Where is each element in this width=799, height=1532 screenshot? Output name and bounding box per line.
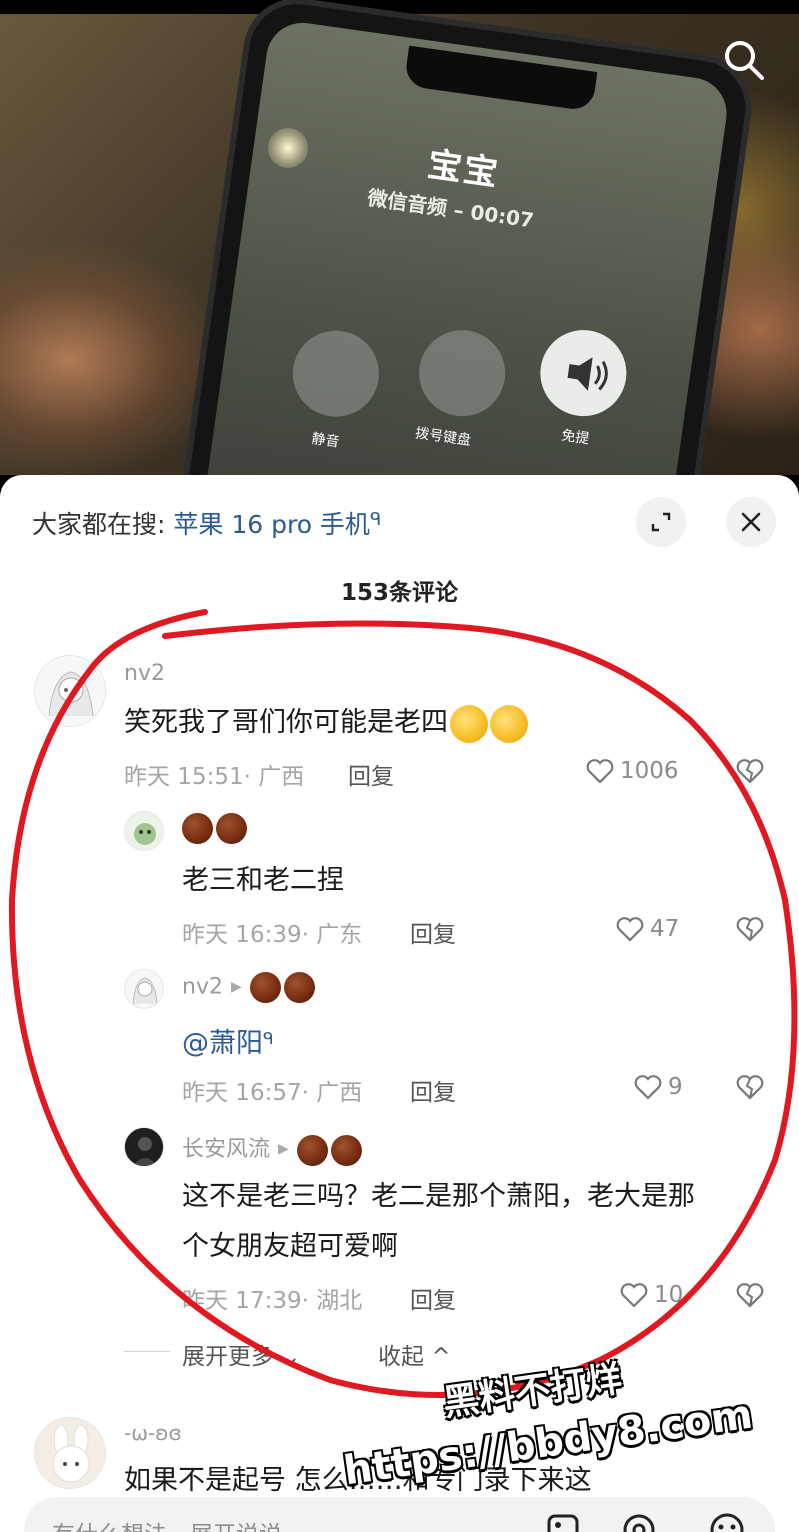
- status-bar: [0, 0, 799, 14]
- heart-icon: [620, 1283, 648, 1308]
- mute-button: [287, 325, 385, 423]
- chestnut-emoji-icon: [216, 813, 247, 844]
- like-button[interactable]: 47: [614, 913, 679, 945]
- avatar[interactable]: [34, 655, 106, 727]
- like-button[interactable]: 1006: [584, 755, 679, 787]
- reply-button[interactable]: 回复: [410, 1281, 456, 1315]
- reply-button[interactable]: 回复: [410, 915, 456, 949]
- reply-username-emoji[interactable]: [182, 813, 250, 844]
- keypad-button: [413, 324, 511, 422]
- chevron-down-icon: ⌄: [281, 1344, 301, 1370]
- search-small-icon: ᑫ: [263, 1029, 274, 1049]
- divider: [124, 1351, 170, 1352]
- expand-more-button[interactable]: 展开更多 ⌄: [182, 1337, 301, 1371]
- search-icon[interactable]: [720, 36, 766, 82]
- reply-button[interactable]: 回复: [410, 1073, 456, 1107]
- reply-arrow-icon: ▶: [278, 1141, 289, 1157]
- comment-text: 笑死我了哥们你可能是老四: [124, 697, 528, 749]
- video-player[interactable]: 宝宝 微信音频 – 00:07 静音 拨号键盘 免提: [0, 0, 799, 475]
- reply-username[interactable]: 长安风流 ▶: [182, 1131, 365, 1166]
- broken-heart-icon[interactable]: [734, 1071, 766, 1103]
- clap-emoji-icon: [450, 704, 488, 743]
- mute-label: 静音: [310, 430, 341, 451]
- at-mention-icon[interactable]: [620, 1511, 658, 1532]
- reply-mention[interactable]: @萧阳ᑫ: [182, 1013, 274, 1070]
- clap-emoji-icon: [490, 704, 528, 743]
- dark-avatar-icon: [125, 1128, 163, 1166]
- avatar[interactable]: [34, 1417, 106, 1489]
- hot-search-prefix: 大家都在搜:: [32, 510, 166, 539]
- comment-sheet: 大家都在搜: 苹果 16 pro 手机ᑫ 153条评论 nv2 笑死我了哥们你可…: [0, 475, 799, 1532]
- emoji-icon[interactable]: [708, 1511, 746, 1532]
- cat-avatar-icon: [125, 812, 163, 850]
- comment-input[interactable]: 有什么想法，展开说说: [24, 1497, 775, 1532]
- reply-time-location: 昨天 16:39· 广东: [182, 922, 363, 948]
- like-count: 9: [668, 1074, 683, 1100]
- like-button[interactable]: 10: [618, 1279, 683, 1311]
- like-count: 1006: [620, 758, 679, 784]
- broken-heart-icon[interactable]: [734, 913, 766, 945]
- anime-avatar-icon: [35, 656, 105, 726]
- reply-arrow-icon: ▶: [230, 978, 242, 995]
- reply-text: 老三和老二捏: [182, 865, 344, 896]
- hot-search-keyword[interactable]: 苹果 16 pro 手机: [173, 510, 370, 539]
- comment-username[interactable]: -ω-ʚɞ: [124, 1421, 182, 1445]
- collapse-button[interactable]: 收起 ^: [378, 1337, 451, 1371]
- call-contact-name: 宝宝: [425, 144, 502, 195]
- heart-icon: [586, 759, 614, 784]
- close-button[interactable]: [726, 497, 776, 547]
- light-glare: [268, 128, 308, 168]
- video-phone-screen: 宝宝 微信音频 – 00:07 静音 拨号键盘 免提: [198, 18, 732, 475]
- broken-heart-icon[interactable]: [734, 1279, 766, 1311]
- search-small-icon: ᑫ: [369, 509, 382, 530]
- heart-icon: [616, 917, 644, 942]
- speaker-label: 免提: [560, 427, 591, 448]
- avatar[interactable]: [124, 969, 164, 1009]
- comment-input-placeholder: 有什么想法，展开说说: [52, 1515, 282, 1532]
- broken-heart-icon[interactable]: [734, 755, 766, 787]
- chestnut-emoji-icon: [249, 972, 281, 1003]
- keypad-label: 拨号键盘: [414, 425, 472, 450]
- bunny-avatar-icon: [35, 1418, 105, 1488]
- speaker-button: [534, 324, 632, 422]
- speaker-icon: [567, 357, 608, 391]
- avatar[interactable]: [124, 1127, 164, 1167]
- comment-username[interactable]: nv2: [124, 661, 165, 686]
- reply-text-line2: 个女朋友超可爱啊: [182, 1231, 398, 1262]
- expand-fullscreen-button[interactable]: [636, 497, 686, 547]
- hot-search-bar[interactable]: 大家都在搜: 苹果 16 pro 手机ᑫ: [32, 505, 381, 541]
- video-phone-frame: 宝宝 微信音频 – 00:07 静音 拨号键盘 免提: [178, 0, 752, 475]
- reply-time-location: 昨天 16:57· 广西: [182, 1080, 363, 1106]
- chestnut-emoji-icon: [182, 813, 213, 844]
- chevron-up-icon: ^: [431, 1344, 451, 1370]
- comment-time-location: 昨天 15:51· 广西: [124, 764, 305, 790]
- avatar[interactable]: [124, 811, 164, 851]
- like-count: 10: [654, 1282, 684, 1308]
- chestnut-emoji-icon: [330, 1134, 362, 1166]
- call-status: 微信音频 – 00:07: [366, 185, 536, 233]
- reply-text-line1: 这不是老三吗？老二是那个萧阳，老大是那: [182, 1181, 695, 1212]
- chestnut-emoji-icon: [296, 1134, 328, 1166]
- close-icon: [741, 512, 761, 532]
- phone-notch: [403, 45, 598, 112]
- like-count: 47: [650, 916, 680, 942]
- like-button[interactable]: 9: [632, 1071, 683, 1103]
- reply-time-location: 昨天 17:39· 湖北: [182, 1288, 363, 1314]
- anime-avatar-icon: [125, 970, 163, 1008]
- expand-icon: [651, 512, 671, 532]
- reply-username[interactable]: nv2 ▶: [182, 972, 318, 1003]
- reply-button[interactable]: 回复: [348, 757, 394, 791]
- chestnut-emoji-icon: [283, 972, 315, 1003]
- comment-count-title: 153条评论: [340, 580, 458, 606]
- image-icon[interactable]: [544, 1511, 582, 1532]
- heart-icon: [634, 1075, 662, 1100]
